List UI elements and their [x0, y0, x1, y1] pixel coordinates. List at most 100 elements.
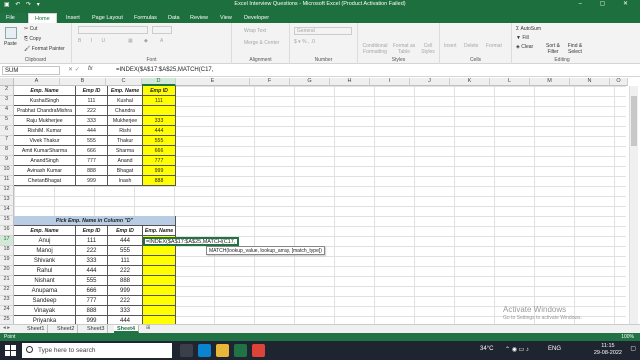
table2-cell[interactable]: 888: [108, 276, 143, 286]
sheet-tab-4[interactable]: Sheet4: [114, 325, 140, 333]
table2-cell[interactable]: 333: [108, 306, 143, 316]
tab-insert[interactable]: Insert: [60, 13, 86, 23]
font-name-select[interactable]: [78, 26, 148, 34]
cell-styles-button[interactable]: Cell Styles: [418, 43, 438, 55]
table1-cell[interactable]: RishiM. Kumar: [14, 126, 76, 136]
table2-header[interactable]: Emp ID: [108, 226, 143, 236]
table1-cell[interactable]: Kushal: [108, 96, 143, 106]
row-header-13[interactable]: 13: [0, 196, 14, 206]
table1-header[interactable]: Emp ID: [76, 86, 108, 96]
name-box[interactable]: SUM: [2, 66, 60, 75]
table1-header[interactable]: Emp ID: [143, 86, 176, 96]
table1-cell[interactable]: Rishi: [108, 126, 143, 136]
column-header-b[interactable]: B: [60, 78, 106, 86]
table1-cell[interactable]: 111: [76, 96, 108, 106]
new-sheet-icon[interactable]: ⊞: [146, 325, 151, 331]
delete-cells-button[interactable]: Delete: [464, 43, 478, 49]
scrollbar-thumb[interactable]: [631, 96, 637, 146]
row-header-7[interactable]: 7: [0, 136, 14, 146]
column-header-e[interactable]: E: [176, 78, 250, 86]
row-header-8[interactable]: 8: [0, 146, 14, 156]
table1-cell[interactable]: 666: [143, 146, 176, 156]
column-header-o[interactable]: O: [610, 78, 628, 86]
table2-banner[interactable]: Pick Emp. Name in Column "D": [14, 216, 176, 226]
formula-cancel-enter-icons[interactable]: ✕ ✓: [68, 66, 80, 73]
table2-cell[interactable]: 111: [108, 256, 143, 266]
number-format-icons[interactable]: $ ▾ % , .0: [294, 39, 315, 45]
row-header-6[interactable]: 6: [0, 126, 14, 136]
excel-taskbar-icon[interactable]: [234, 344, 247, 357]
format-painter-button[interactable]: 🖌 Format Painter: [24, 46, 65, 52]
table1-cell[interactable]: 888: [143, 176, 176, 186]
table2-header[interactable]: Emp. Name: [143, 226, 176, 236]
row-header-23[interactable]: 23: [0, 296, 14, 306]
column-header-c[interactable]: C: [106, 78, 142, 86]
font-size-select[interactable]: [152, 26, 172, 34]
row-header-24[interactable]: 24: [0, 306, 14, 316]
table1-cell[interactable]: Anand: [108, 156, 143, 166]
table2-cell[interactable]: [143, 246, 176, 256]
column-header-h[interactable]: H: [330, 78, 370, 86]
row-header-9[interactable]: 9: [0, 156, 14, 166]
row-header-19[interactable]: 19: [0, 256, 14, 266]
row-header-21[interactable]: 21: [0, 276, 14, 286]
clear-button[interactable]: ◈ Clear: [516, 44, 533, 50]
row-header-16[interactable]: 16: [0, 226, 14, 236]
table1-cell[interactable]: 777: [76, 156, 108, 166]
table2-cell[interactable]: 999: [108, 286, 143, 296]
table1-cell[interactable]: 888: [76, 166, 108, 176]
language-indicator[interactable]: ENG: [548, 346, 561, 352]
tab-page-layout[interactable]: Page Layout: [86, 13, 129, 23]
select-all-corner[interactable]: [0, 78, 14, 86]
window-controls[interactable]: – ▢ ✕: [579, 0, 636, 7]
column-header-g[interactable]: G: [290, 78, 330, 86]
row-header-10[interactable]: 10: [0, 166, 14, 176]
table2-cell[interactable]: 666: [76, 286, 108, 296]
wrap-text-button[interactable]: Wrap Text: [244, 28, 266, 34]
table1-cell[interactable]: 444: [76, 126, 108, 136]
table2-cell[interactable]: [143, 256, 176, 266]
weather-indicator[interactable]: 34°C: [480, 346, 493, 352]
column-header-i[interactable]: I: [370, 78, 410, 86]
row-header-12[interactable]: 12: [0, 186, 14, 196]
table2-cell[interactable]: Manoj: [14, 246, 76, 256]
table2-cell[interactable]: [143, 286, 176, 296]
notifications-icon[interactable]: ▢: [630, 345, 636, 352]
table1-cell[interactable]: Raju Mukherjee: [14, 116, 76, 126]
sort-filter-button[interactable]: Sort & Filter: [542, 43, 564, 55]
table1-cell[interactable]: [143, 106, 176, 116]
table1-cell[interactable]: KushalSingh: [14, 96, 76, 106]
table2-cell[interactable]: Rahul: [14, 266, 76, 276]
number-format-select[interactable]: General: [294, 27, 352, 35]
table2-cell[interactable]: 888: [76, 306, 108, 316]
table2-cell[interactable]: Shivank: [14, 256, 76, 266]
font-style-buttons[interactable]: B I U: [78, 38, 109, 44]
column-header-m[interactable]: M: [530, 78, 570, 86]
table1-cell[interactable]: Mukherjee: [108, 116, 143, 126]
table2-cell[interactable]: 555: [76, 276, 108, 286]
task-view-icon[interactable]: [180, 344, 193, 357]
table1-header[interactable]: Emp. Name: [14, 86, 76, 96]
table1-cell[interactable]: Bhagat: [108, 166, 143, 176]
windows-start-icon[interactable]: [5, 345, 16, 356]
table1-cell[interactable]: Amit KumarSharma: [14, 146, 76, 156]
table1-cell[interactable]: 999: [143, 166, 176, 176]
sheet-tab-3[interactable]: Sheet3: [84, 325, 109, 333]
table2-header[interactable]: Emp. Name: [14, 226, 76, 236]
sheet-tab-2[interactable]: Sheet2: [54, 325, 79, 333]
paste-icon[interactable]: [5, 27, 17, 39]
row-header-22[interactable]: 22: [0, 286, 14, 296]
table2-cell[interactable]: 222: [108, 266, 143, 276]
table1-cell[interactable]: 777: [143, 156, 176, 166]
row-header-3[interactable]: 3: [0, 96, 14, 106]
table1-cell[interactable]: Sharma: [108, 146, 143, 156]
table2-cell[interactable]: 444: [76, 266, 108, 276]
table2-cell[interactable]: 444: [108, 236, 143, 246]
column-header-d[interactable]: D: [142, 78, 176, 86]
conditional-formatting-button[interactable]: Conditional Formatting: [360, 43, 390, 55]
table2-cell[interactable]: [143, 306, 176, 316]
tab-home[interactable]: Home: [28, 13, 57, 23]
row-header-11[interactable]: 11: [0, 176, 14, 186]
cut-button[interactable]: ✂ Cut: [24, 26, 37, 32]
edge-icon[interactable]: [198, 344, 211, 357]
